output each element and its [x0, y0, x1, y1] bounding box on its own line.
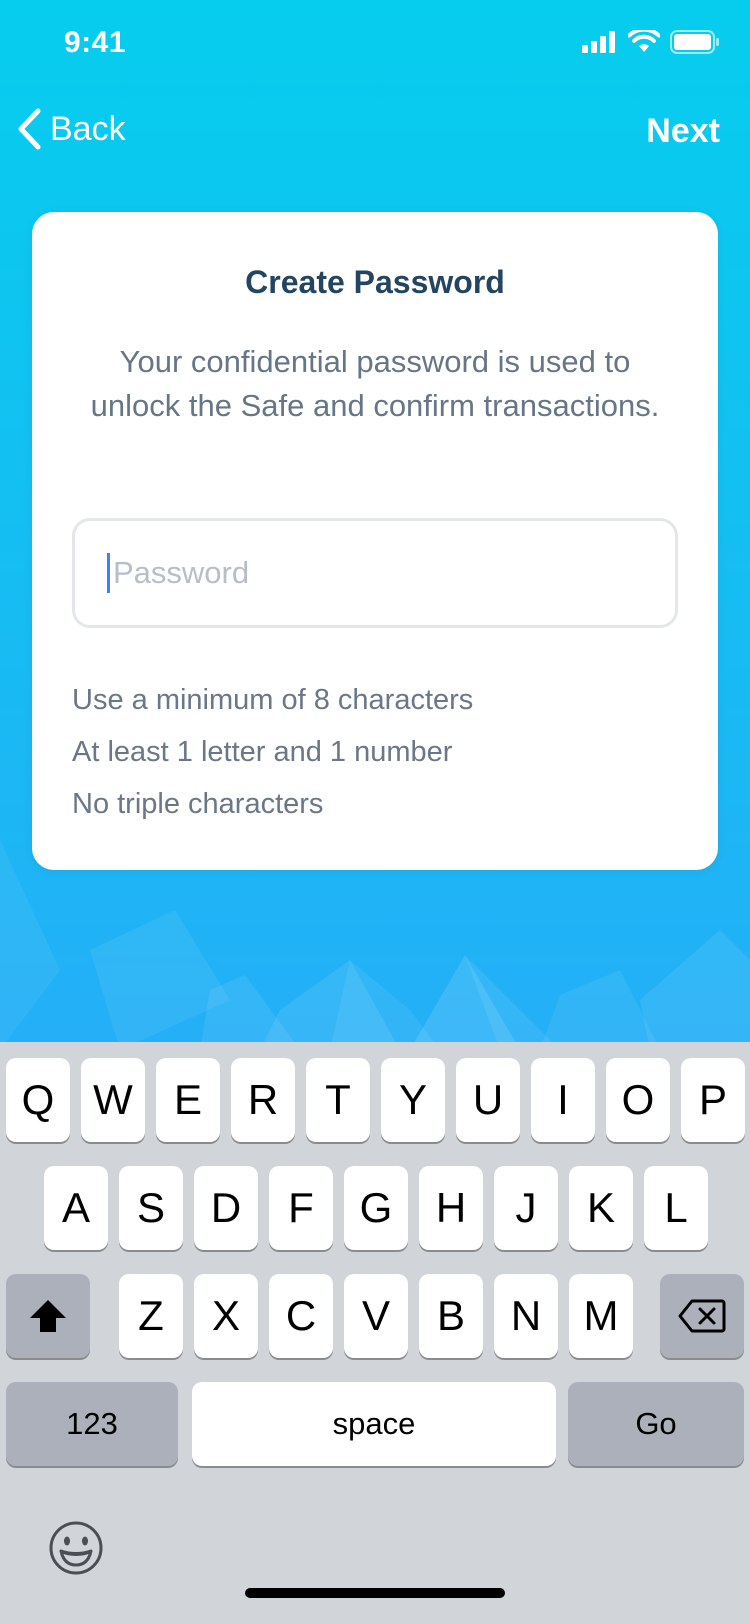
key-a[interactable]: A — [44, 1166, 108, 1250]
emoji-icon[interactable] — [48, 1520, 104, 1576]
back-button[interactable]: Back — [16, 108, 126, 150]
delete-key[interactable] — [660, 1274, 744, 1358]
key-l[interactable]: L — [644, 1166, 708, 1250]
shift-icon — [30, 1300, 66, 1332]
key-c[interactable]: C — [269, 1274, 333, 1358]
cellular-signal-icon — [582, 31, 615, 53]
space-key[interactable]: space — [192, 1382, 556, 1466]
key-i[interactable]: I — [531, 1058, 595, 1142]
password-placeholder: Password — [113, 555, 250, 590]
key-t[interactable]: T — [306, 1058, 370, 1142]
keyboard: Q W E R T Y U I O P A S D F G H J K L Z … — [0, 1042, 750, 1624]
key-j[interactable]: J — [494, 1166, 558, 1250]
wifi-icon — [628, 30, 660, 52]
key-m[interactable]: M — [569, 1274, 633, 1358]
key-o[interactable]: O — [606, 1058, 670, 1142]
next-button[interactable]: Next — [646, 112, 720, 151]
key-r[interactable]: R — [231, 1058, 295, 1142]
status-icons — [582, 30, 720, 54]
home-indicator[interactable] — [245, 1588, 505, 1598]
key-f[interactable]: F — [269, 1166, 333, 1250]
numbers-key[interactable]: 123 — [6, 1382, 178, 1466]
card-description: Your confidential password is used to un… — [90, 344, 660, 423]
back-label: Back — [50, 109, 126, 148]
key-v[interactable]: V — [344, 1274, 408, 1358]
go-key[interactable]: Go — [568, 1382, 744, 1466]
status-bar: 9:41 — [0, 0, 750, 92]
key-z[interactable]: Z — [119, 1274, 183, 1358]
chevron-left-icon — [18, 108, 41, 150]
navigation-bar: Back Next — [0, 100, 750, 170]
rule-item: Use a minimum of 8 characters — [72, 684, 474, 716]
battery-icon — [670, 30, 719, 54]
key-b[interactable]: B — [419, 1274, 483, 1358]
key-w[interactable]: W — [81, 1058, 145, 1142]
key-q[interactable]: Q — [6, 1058, 70, 1142]
key-x[interactable]: X — [194, 1274, 258, 1358]
create-password-card: Create Password Your confidential passwo… — [32, 212, 718, 870]
key-g[interactable]: G — [344, 1166, 408, 1250]
rule-item: No triple characters — [72, 788, 324, 820]
card-title: Create Password — [245, 264, 505, 300]
rule-item: At least 1 letter and 1 number — [72, 736, 453, 768]
key-n[interactable]: N — [494, 1274, 558, 1358]
key-p[interactable]: P — [681, 1058, 745, 1142]
password-rules: Use a minimum of 8 characters At least 1… — [72, 674, 473, 830]
text-caret — [107, 553, 110, 593]
key-y[interactable]: Y — [381, 1058, 445, 1142]
key-s[interactable]: S — [119, 1166, 183, 1250]
shift-key[interactable] — [6, 1274, 90, 1358]
password-input[interactable]: Password — [72, 518, 678, 628]
key-d[interactable]: D — [194, 1166, 258, 1250]
screen: 9:41 Back Next Create Password Your conf… — [0, 0, 750, 1624]
key-k[interactable]: K — [569, 1166, 633, 1250]
status-time: 9:41 — [64, 26, 127, 59]
key-u[interactable]: U — [456, 1058, 520, 1142]
key-e[interactable]: E — [156, 1058, 220, 1142]
key-h[interactable]: H — [419, 1166, 483, 1250]
backspace-icon — [678, 1299, 726, 1333]
